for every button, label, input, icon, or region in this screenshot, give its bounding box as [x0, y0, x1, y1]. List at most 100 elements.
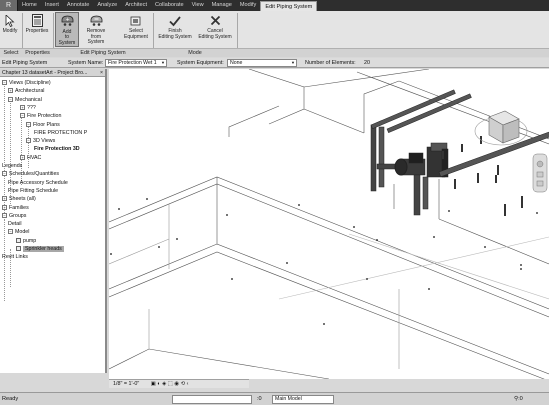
- tree-item[interactable]: +???: [20, 104, 36, 112]
- select-equipment-button[interactable]: Select Equipment: [121, 12, 151, 47]
- modify-button[interactable]: Modify: [2, 12, 18, 47]
- collapse-icon[interactable]: −: [26, 121, 31, 127]
- group-icon: [16, 246, 21, 252]
- expand-icon[interactable]: +: [2, 196, 7, 202]
- tree-item[interactable]: Pipe Accessory Schedule: [8, 179, 68, 187]
- system-name-value: Fire Protection Wet 1: [108, 60, 157, 66]
- group-label-edit-piping-system: Edit Piping System: [80, 50, 126, 56]
- ribbon-tab-insert[interactable]: Insert: [41, 0, 63, 11]
- tree-item[interactable]: Detail: [8, 220, 22, 228]
- ribbon-tab-view[interactable]: View: [188, 0, 208, 11]
- tree-item-label: Pipe Accessory Schedule: [8, 179, 68, 186]
- ribbon-tab-architect[interactable]: Architect: [121, 0, 151, 11]
- system-equipment-label: System Equipment:: [177, 60, 224, 66]
- group-label-select: Select: [3, 50, 19, 56]
- chevron-down-icon: ▼: [161, 60, 165, 65]
- tree-item[interactable]: + Architectural: [8, 87, 44, 95]
- tree-item-label: Pipe Fitting Schedule: [8, 187, 59, 194]
- ribbon-tab-annotate[interactable]: Annotate: [63, 0, 93, 11]
- close-x-icon: [209, 14, 222, 27]
- tree-item[interactable]: Fire Protection 3D: [34, 145, 80, 153]
- tree-item-label: Legends: [2, 163, 23, 169]
- properties-button[interactable]: Properties: [24, 12, 50, 47]
- system-equipment-value: None: [230, 60, 243, 66]
- properties-icon: [31, 14, 44, 27]
- collapse-icon[interactable]: −: [2, 80, 7, 86]
- cancel-editing-system-button[interactable]: Cancel Editing System: [195, 12, 235, 47]
- ribbon-tab-analyze[interactable]: Analyze: [93, 0, 121, 11]
- tree-item-label: Detail: [8, 221, 22, 228]
- ribbon-tab-home[interactable]: Home: [18, 0, 41, 11]
- tree-item[interactable]: Pipe Fitting Schedule: [8, 187, 58, 195]
- tree-item[interactable]: − Model: [8, 228, 29, 236]
- ribbon-tab-manage[interactable]: Manage: [208, 0, 236, 11]
- view-scale[interactable]: 1/8" = 1'-0": [113, 381, 139, 387]
- tree-item[interactable]: − Floor Plans: [26, 121, 60, 129]
- group-label-mode: Mode: [188, 50, 202, 56]
- view-control-icons[interactable]: ▣ ◐ ◈ ⬚ ◉ ⟲ ‹: [151, 381, 189, 387]
- tree-item-label: Model: [15, 229, 30, 236]
- tree-item[interactable]: Sprinkler heads: [16, 245, 64, 253]
- 3d-view-canvas[interactable]: [109, 69, 549, 379]
- tree-item[interactable]: + Sheets (all): [2, 195, 36, 203]
- ribbon-tab-modify[interactable]: Modify: [236, 0, 260, 11]
- system-name-field[interactable]: Fire Protection Wet 1 ▼: [105, 59, 167, 67]
- options-context-label: Edit Piping System: [2, 60, 48, 66]
- collapse-icon[interactable]: −: [8, 229, 13, 235]
- status-bar: Ready :0 Main Model ⚲:0: [0, 392, 549, 405]
- tree-item-label: Groups: [9, 212, 27, 219]
- collapse-icon[interactable]: −: [8, 96, 13, 102]
- tree-item[interactable]: + Families: [2, 204, 29, 212]
- tree-item-label: Fire Protection: [27, 113, 62, 120]
- expand-icon[interactable]: +: [8, 88, 13, 94]
- tree-item[interactable]: pump: [16, 237, 36, 245]
- project-browser-title-text: Chapter 13 datasetArt - Project Bro...: [2, 70, 88, 76]
- tree-item-label: Architectural: [15, 88, 45, 95]
- tree-item-label: ???: [27, 104, 36, 111]
- add-to-system-button[interactable]: + Add to System: [55, 12, 79, 47]
- tree-item-label: Fire Protection 3D: [34, 146, 80, 153]
- finish-line2: Editing System: [158, 33, 192, 40]
- collapse-icon[interactable]: −: [2, 212, 7, 218]
- collapse-icon[interactable]: −: [26, 138, 31, 144]
- filter-icon[interactable]: ⚲:0: [514, 393, 523, 405]
- svg-text:+: +: [65, 17, 69, 23]
- close-icon[interactable]: ×: [100, 69, 103, 76]
- tree-item-label: Floor Plans: [33, 121, 60, 128]
- ribbon-tab-collaborate[interactable]: Collaborate: [151, 0, 188, 11]
- tree-item[interactable]: − Fire Protection: [20, 112, 61, 120]
- design-option-field[interactable]: Main Model: [272, 395, 334, 404]
- tree-item[interactable]: − Mechanical: [8, 96, 42, 104]
- tree-item[interactable]: − Schedules/Quantities: [2, 170, 59, 178]
- expand-icon[interactable]: +: [20, 154, 25, 160]
- collapse-icon[interactable]: −: [20, 113, 25, 119]
- ribbon-tab-edit-piping-system[interactable]: Edit Piping System: [260, 1, 318, 11]
- tree-item[interactable]: − Groups: [2, 212, 26, 220]
- tree-item-label: Mechanical: [15, 96, 42, 103]
- tree-item[interactable]: Revit Links: [2, 253, 28, 261]
- expand-icon[interactable]: +: [2, 204, 7, 210]
- collapse-icon[interactable]: −: [2, 171, 7, 177]
- remove-line2: from System: [87, 33, 105, 45]
- tree-item[interactable]: + HVAC: [20, 154, 41, 162]
- tree-item-label: 3D Views: [33, 138, 56, 145]
- tree-item[interactable]: Legends: [2, 162, 22, 170]
- ribbon-panel: Modify Properties + Add to System Remove…: [0, 11, 549, 57]
- group-label-properties: Properties: [25, 50, 50, 56]
- checkmark-icon: [169, 14, 182, 27]
- tree-item-label: Families: [9, 204, 29, 211]
- viewcube-icon: [474, 110, 528, 146]
- tree-item[interactable]: FIRE PROTECTION P: [34, 129, 87, 137]
- workset-field[interactable]: [172, 395, 252, 404]
- system-equipment-field[interactable]: None ▼: [227, 59, 297, 67]
- tree-item[interactable]: −3D Views: [26, 137, 55, 145]
- building-3d-model: [109, 69, 549, 379]
- expand-icon[interactable]: +: [20, 104, 25, 110]
- tree-item[interactable]: − Views (Discipline): [2, 79, 51, 87]
- select-line2: Equipment: [124, 33, 148, 40]
- application-menu-button[interactable]: R: [0, 0, 18, 11]
- remove-from-system-button[interactable]: Remove from System: [82, 12, 110, 47]
- cursor-arrow-icon: [4, 14, 17, 27]
- finish-editing-system-button[interactable]: Finish Editing System: [156, 12, 194, 47]
- chevron-down-icon: ▼: [291, 60, 295, 65]
